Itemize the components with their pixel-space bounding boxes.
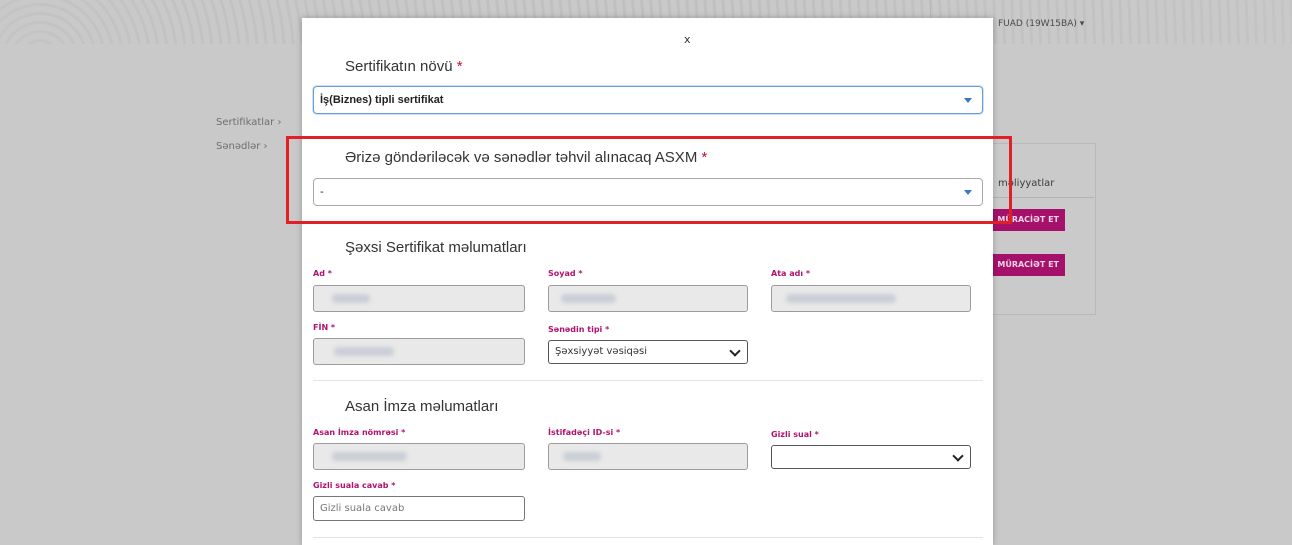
father-name-field[interactable] [771,285,971,312]
user-id-label: İstifadəçi ID-si * [548,428,621,437]
section-divider [313,380,983,381]
nav-item-documents[interactable]: Sənədlər › [216,141,268,152]
first-name-label: Ad * [313,269,332,278]
user-menu[interactable]: FUAD (19W15BA) ▾ [998,19,1084,29]
surname-field[interactable] [548,285,748,312]
secret-answer-input[interactable]: Gizli suala cavab [313,496,525,521]
father-name-label: Ata adı * [771,269,811,278]
redacted-value [332,294,370,303]
first-name-field[interactable] [313,285,525,312]
panel-divider [984,197,1094,198]
document-type-value: Şəxsiyyət vəsiqəsi [555,346,648,357]
caret-down-icon [964,98,972,103]
certificate-type-value: İş(Biznes) tipli sertifikat [320,94,444,106]
redacted-value [563,452,601,461]
document-type-select[interactable]: Şəxsiyyət vəsiqəsi [548,340,748,364]
secret-question-label: Gizli sual * [771,430,819,439]
apply-button-1[interactable]: MÜRACİƏT ET [984,209,1065,231]
redacted-value [786,294,896,303]
user-id-field[interactable] [548,443,748,470]
fin-field[interactable] [313,338,525,365]
chevron-down-icon [952,450,964,462]
required-mark: * [456,58,463,75]
asxm-title-text: Ərizə göndəriləcək və sənədlər təhvil al… [345,149,698,166]
asan-imza-title: Asan İmza məlumatları [345,398,499,415]
nav-item-certificates[interactable]: Sertifikatlar › [216,117,281,128]
certificate-type-title: Sertifikatın növü * [345,58,463,75]
asxm-title: Ərizə göndəriləcək və sənədlər təhvil al… [345,149,707,166]
asxm-value: - [320,186,324,198]
personal-info-title: Şəxsi Sertifikat məlumatları [345,239,527,256]
caret-down-icon [964,190,972,195]
document-type-label: Sənədin tipi * [548,325,610,334]
section-divider [313,537,983,538]
required-mark: * [701,149,708,166]
secret-answer-label: Gizli suala cavab * [313,481,396,490]
fin-label: FİN * [313,323,336,332]
asan-number-label: Asan İmza nömrəsi * [313,428,406,437]
asxm-select[interactable]: - [313,178,983,206]
certificate-type-title-text: Sertifikatın növü [345,58,453,75]
asan-number-field[interactable] [313,443,525,470]
close-button[interactable]: x [684,33,691,46]
chevron-down-icon [729,345,741,357]
operations-panel-title: məliyyatlar [998,178,1055,189]
surname-label: Soyad * [548,269,583,278]
redacted-value [332,452,407,461]
certificate-type-select[interactable]: İş(Biznes) tipli sertifikat [313,86,983,114]
redacted-value [334,347,394,356]
redacted-value [561,294,616,303]
apply-button-2[interactable]: MÜRACİƏT ET [984,254,1065,276]
secret-question-select[interactable] [771,445,971,469]
secret-answer-placeholder: Gizli suala cavab [320,503,405,514]
